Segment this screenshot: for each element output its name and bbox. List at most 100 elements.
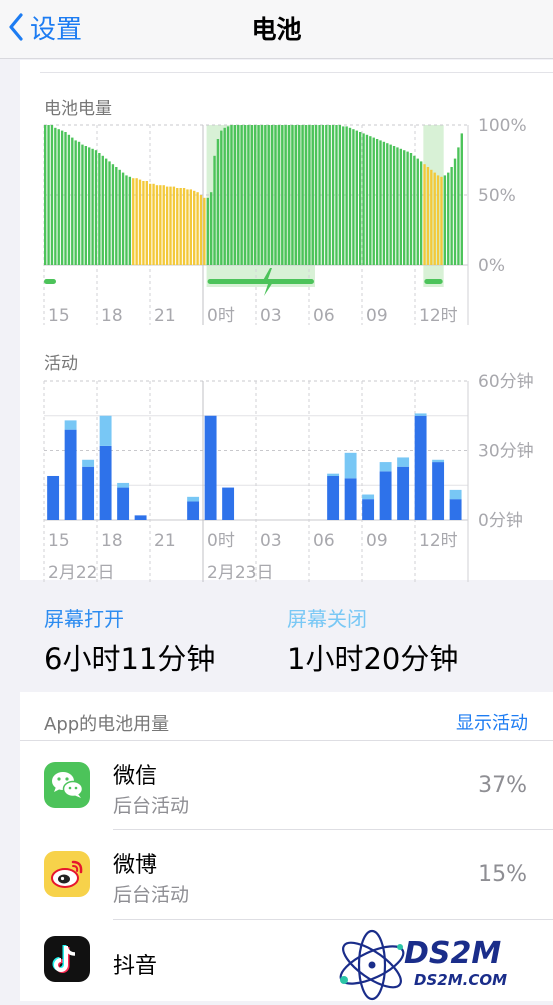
weibo-icon — [44, 851, 90, 897]
battery-bar — [193, 190, 196, 265]
battery-bar — [233, 125, 237, 265]
battery-bar — [186, 189, 189, 265]
screen-off-bar — [117, 482, 130, 488]
battery-bar — [118, 169, 121, 265]
battery-bar — [396, 147, 399, 265]
screen-on-bar — [432, 462, 445, 520]
battery-bar — [270, 125, 274, 265]
battery-bar — [392, 146, 396, 265]
battery-bar — [206, 197, 209, 265]
battery-bar — [115, 167, 118, 265]
screen-off-bar — [82, 459, 95, 467]
battery-bar — [379, 140, 382, 265]
battery-bar — [450, 167, 453, 265]
battery-bar — [162, 185, 165, 265]
screen-on-value: 6小时11分钟 — [44, 642, 216, 676]
y-axis-label: 50% — [478, 186, 516, 206]
battery-bar — [169, 186, 172, 265]
battery-bar — [436, 175, 440, 265]
screen-off-bar — [379, 462, 392, 472]
x-axis-label: 0时 — [207, 531, 235, 551]
battery-bar — [209, 192, 213, 265]
watermark-title: DS2M — [404, 936, 501, 971]
x-axis-label: 12时 — [419, 306, 458, 326]
battery-bar — [50, 125, 54, 265]
x-axis-label: 12时 — [419, 531, 458, 551]
battery-bar — [84, 146, 88, 265]
x-axis-label: 09 — [366, 531, 388, 551]
battery-bar — [338, 125, 342, 265]
battery-bar — [159, 185, 162, 265]
battery-bar — [121, 172, 125, 265]
screen-on-bar — [82, 466, 95, 520]
battery-bar — [406, 151, 409, 265]
battery-bar — [81, 144, 84, 265]
battery-bar — [335, 125, 338, 265]
battery-bar — [101, 155, 104, 265]
battery-bar — [301, 125, 304, 265]
battery-bar — [135, 178, 138, 265]
app-percentage: 37% — [478, 773, 527, 798]
battery-bar — [287, 125, 291, 265]
battery-bar — [111, 164, 115, 265]
battery-bar — [213, 155, 216, 265]
screen-on-bar — [64, 429, 77, 520]
battery-bar — [132, 178, 135, 265]
battery-bar — [355, 130, 358, 265]
screen-on-bar — [379, 471, 392, 520]
battery-bar — [426, 167, 430, 265]
battery-bar — [145, 181, 148, 265]
screen-off-bar — [327, 473, 340, 476]
screen-off-bar — [64, 420, 77, 430]
battery-bar — [325, 125, 328, 265]
x-axis-label: 15 — [48, 531, 70, 551]
battery-bar — [108, 161, 111, 265]
battery-bar — [172, 186, 176, 265]
battery-bar — [260, 125, 264, 265]
screen-on-summary: 屏幕打开 6小时11分钟 — [44, 603, 215, 676]
battery-bar — [77, 141, 81, 265]
x-axis-label: 06 — [313, 531, 335, 551]
app-name: 微博 — [113, 853, 158, 878]
app-row-wechat[interactable]: 微信 后台活动 37% — [20, 741, 553, 831]
x-axis-label: 18 — [101, 531, 123, 551]
battery-bar — [443, 175, 447, 265]
battery-bar — [372, 137, 375, 265]
battery-bar — [298, 125, 301, 265]
battery-bar — [240, 125, 243, 265]
battery-bar — [382, 141, 386, 265]
battery-bar — [44, 125, 47, 265]
charging-indicator — [44, 279, 56, 284]
battery-bar — [369, 136, 372, 265]
battery-bar — [375, 139, 379, 265]
activity-chart: 活动 60分钟 30分钟 0分钟 15 18 21 0时 03 06 09 12时 2月22日 2月23日 — [43, 354, 534, 583]
battery-bar — [254, 125, 257, 265]
screen-off-bar — [414, 413, 427, 416]
date-label: 2月23日 — [207, 563, 273, 583]
battery-bar — [220, 130, 223, 265]
app-subtitle: 后台活动 — [113, 795, 190, 817]
battery-bar — [430, 169, 433, 265]
battery-bar — [281, 125, 284, 265]
battery-bar — [57, 129, 60, 265]
x-axis-label: 03 — [260, 531, 282, 551]
watermark: DS2M DS2M.COM — [330, 925, 550, 1001]
battery-bar — [91, 148, 94, 265]
app-row-weibo[interactable]: 微博 后台活动 15% — [20, 830, 553, 920]
battery-bar — [314, 125, 318, 265]
app-name: 抖音 — [113, 954, 158, 979]
screen-on-bar — [222, 487, 235, 520]
battery-bar — [142, 181, 145, 265]
battery-bar — [199, 195, 203, 265]
y-axis-label: 100% — [478, 116, 527, 136]
show-activity-button[interactable]: 显示活动 — [456, 709, 528, 735]
screen-on-label: 屏幕打开 — [44, 607, 124, 631]
battery-bar — [409, 153, 413, 265]
battery-bar — [223, 127, 226, 265]
y-axis-label: 60分钟 — [478, 372, 534, 392]
x-axis-label: 15 — [48, 306, 70, 326]
battery-bar — [216, 139, 220, 265]
battery-bar — [403, 150, 406, 265]
battery-bar — [359, 132, 362, 265]
screen-off-bar — [432, 459, 445, 463]
